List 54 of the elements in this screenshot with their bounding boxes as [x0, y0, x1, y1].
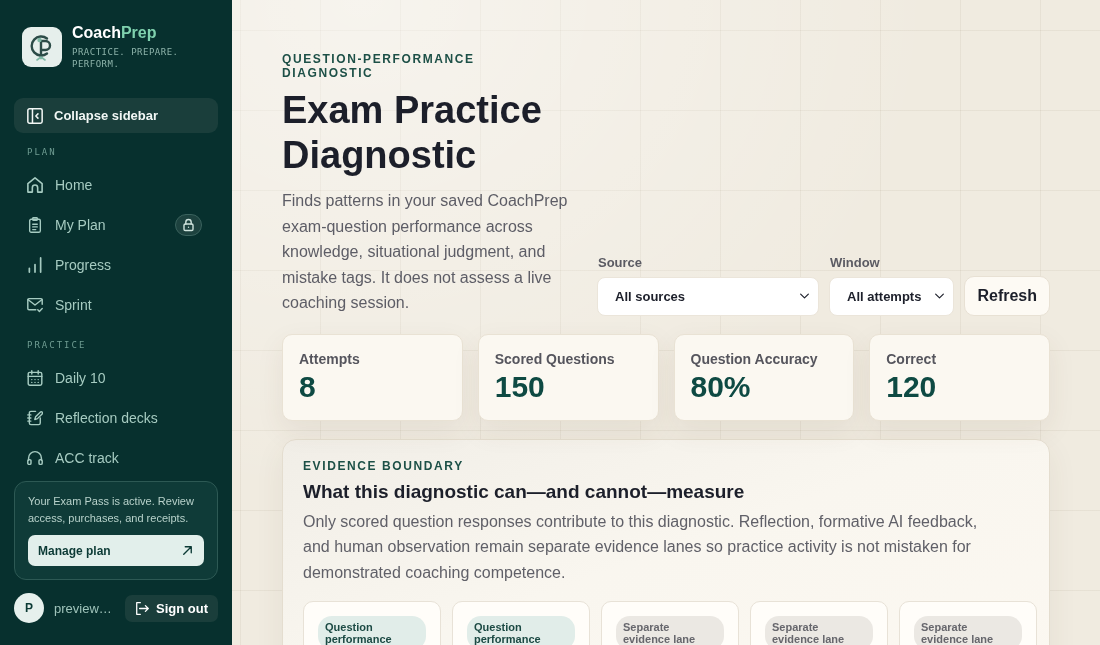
headset-icon — [27, 450, 43, 466]
nav-item[interactable]: My Plan — [14, 205, 218, 245]
section-label: PRACTICE — [26, 339, 88, 352]
lane-tag: Question performance — [318, 616, 426, 645]
chevron-down-icon — [800, 293, 809, 300]
lane-tag: Separate evidence lane — [914, 616, 1022, 645]
lane-tag: Separate evidence lane — [616, 616, 724, 645]
home-icon — [27, 177, 43, 193]
page-description: Finds patterns in your saved CoachPrep exam-question performance across knowledge, situational judgment, and mistake tags. It does not assess a live coaching session. — [282, 191, 569, 314]
stat-value: 150 — [494, 369, 546, 404]
panel-eyebrow: EVIDENCE BOUNDARY — [303, 458, 465, 473]
collapse-sidebar-button[interactable]: Collapse sidebar — [14, 98, 218, 133]
page-eyebrow: QUESTION-PERFORMANCE DIAGNOSTIC — [282, 52, 476, 80]
plan-text: Your Exam Pass is active. Review access, purchases, and receipts. — [28, 494, 195, 526]
nav-item[interactable]: Reflection decks — [14, 398, 218, 438]
stat-label: Attempts — [299, 349, 361, 368]
nav-item[interactable]: Sprint — [14, 285, 218, 325]
sign-out-button[interactable]: Sign out — [125, 594, 218, 622]
nav-item[interactable]: Progress — [14, 245, 218, 285]
lane-tag: Separate evidence lane — [765, 616, 873, 645]
clipboard-icon — [27, 217, 43, 233]
calendar-icon — [27, 370, 43, 386]
sign-out-icon — [136, 601, 149, 615]
filter-select[interactable]: All sources — [597, 276, 819, 316]
arrow-up-right-icon — [183, 546, 192, 555]
refresh-button[interactable]: Refresh — [964, 275, 1050, 316]
stat-label: Question Accuracy — [690, 349, 819, 368]
section-label: PLAN — [26, 146, 58, 159]
brand-tagline: PRACTICE. PREPARE. PERFORM. — [72, 46, 180, 70]
chevron-down-icon — [935, 293, 945, 300]
filter-label: Window — [830, 254, 881, 271]
envelope-check-icon — [27, 297, 43, 313]
logo-icon — [22, 27, 62, 67]
brand-name: CoachPrep — [72, 23, 158, 43]
filter-select[interactable]: All attempts — [829, 276, 955, 316]
collapse-sidebar-icon — [27, 107, 43, 124]
user-name: preview… — [54, 600, 112, 616]
lane-tag: Question performance — [467, 616, 575, 645]
manage-plan-button[interactable]: Manage plan — [28, 535, 204, 566]
filter-label: Source — [598, 254, 644, 271]
panel-title: What this diagnostic can—and cannot—measure — [303, 479, 746, 504]
page-title: Exam Practice Diagnostic — [282, 88, 543, 178]
bar-chart-icon — [27, 257, 43, 273]
panel-text: Only scored question responses contribute to this diagnostic. Reflection, formative AI feedback, and human observation remain separate evidence lanes so practice activity is not mistaken for demonstrated coaching competence. — [303, 511, 979, 583]
nav-item[interactable]: Daily 10 — [14, 358, 218, 398]
stat-label: Scored Questions — [494, 349, 616, 368]
stat-value: 120 — [886, 369, 938, 404]
nav-item[interactable]: Home — [14, 165, 218, 205]
stat-value: 80% — [690, 369, 752, 404]
user-avatar: P — [14, 593, 44, 623]
stat-value: 8 — [299, 369, 317, 404]
notebook-pen-icon — [27, 410, 43, 426]
stat-label: Correct — [886, 349, 938, 368]
nav-item[interactable]: ACC track — [14, 438, 218, 470]
